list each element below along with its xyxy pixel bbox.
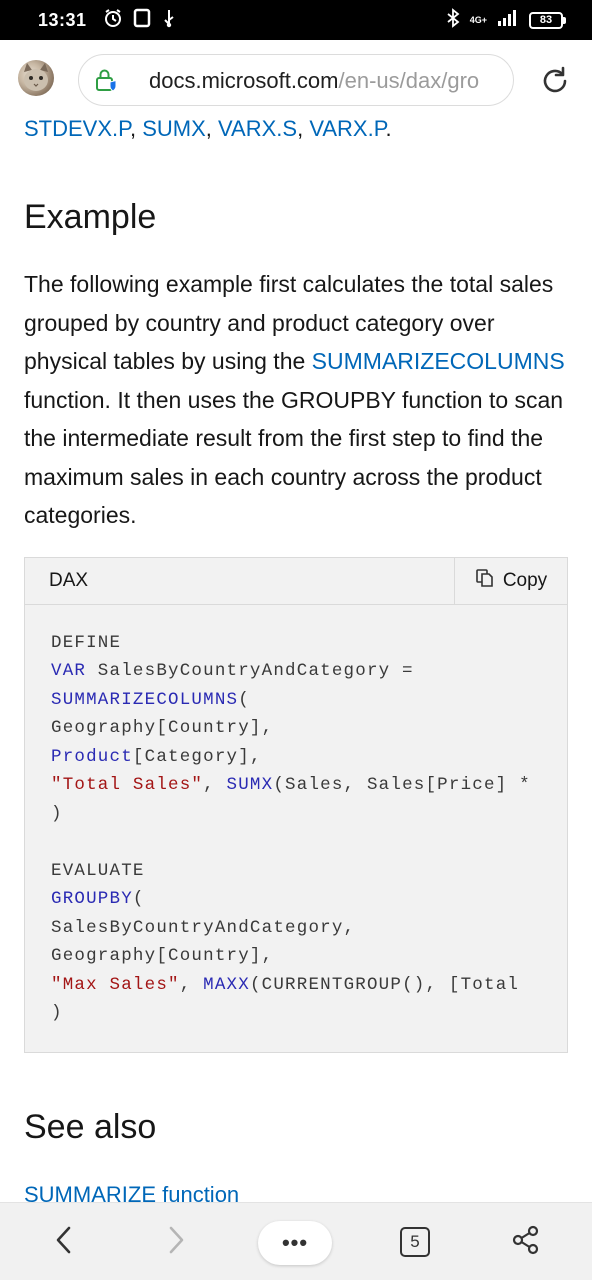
code-function: MAXX [203,975,250,995]
code-function: SUMX [226,775,274,795]
code-string: "Max Sales" [51,975,180,995]
code-line: "Total Sales", SUMX(Sales, Sales[Price] … [51,773,531,797]
code-function: Product [51,747,133,767]
code-line: "Max Sales", MAXX(CURRENTGROUP(), [Total [51,973,519,997]
status-time: 13:31 [38,9,87,30]
code-line: Geography[Country], [51,946,274,966]
more-menu-button[interactable]: ••• [258,1221,332,1265]
link-summarizecolumns[interactable]: SUMMARIZECOLUMNS [312,348,565,374]
code-string: "Total Sales" [51,775,204,795]
code-line: DEFINE [51,633,122,653]
bluetooth-icon [446,7,460,33]
forward-button[interactable] [152,1203,200,1281]
code-text: [Category], [132,747,262,767]
copy-label: Copy [502,570,548,591]
url-field[interactable]: docs.microsoft.com/en-us/dax/gro [78,54,514,106]
code-language-label: DAX [49,570,89,591]
code-function: SUMMARIZECOLUMNS [51,690,239,710]
code-line: GROUPBY( [51,887,145,911]
link-varx-s[interactable]: VARX.S [218,116,297,141]
share-icon [511,1225,541,1259]
tabs-button[interactable]: 5 [400,1227,430,1257]
signal-icon [497,9,519,32]
related-links-line: STDEVX.P, SUMX, VARX.S, VARX.P. [24,116,392,141]
alarm-icon [103,8,123,33]
code-line: ) [51,804,63,824]
link-varx-p[interactable]: VARX.P [309,116,385,141]
status-left: 13:31 [38,8,177,33]
copy-icon [475,568,495,594]
code-line: VAR SalesByCountryAndCategory = [51,659,414,683]
code-line: Geography[Country], [51,718,274,738]
code-line: SUMMARIZECOLUMNS( [51,688,250,712]
paragraph-text-end: function. It then uses the GROUPBY funct… [24,386,564,529]
code-body: DEFINE VAR SalesByCountryAndCategory = S… [25,605,567,1052]
url-path: /en-us/dax/gro [338,68,480,93]
code-line: ) [51,1003,63,1023]
screen-icon [133,8,151,33]
code-block: DAX Copy DEFINE VAR SalesByCountryAndCat… [24,557,568,1053]
status-bar: 13:31 4G+ 83 [0,0,592,40]
chevron-left-icon [54,1225,74,1259]
code-function: GROUPBY [51,889,133,909]
usb-icon [161,8,177,33]
battery-level: 83 [529,11,563,29]
network-label: 4G+ [469,14,487,25]
url-domain: docs.microsoft.com [149,68,339,93]
see-also-heading: See also [24,1108,157,1146]
code-text: (Sales, Sales[Price] * [273,775,531,795]
example-paragraph: The following example first calculates t… [24,265,568,535]
example-heading: Example [24,198,157,236]
battery-icon: 83 [529,11,566,29]
url-text[interactable]: docs.microsoft.com/en-us/dax/gro [149,67,479,95]
address-bar: docs.microsoft.com/en-us/dax/gro [0,40,592,122]
battery-tip [563,16,566,24]
code-text: ( [238,690,250,710]
code-line: SalesByCountryAndCategory, [51,918,356,938]
chevron-right-icon [166,1225,186,1259]
status-right: 4G+ 83 [446,7,566,33]
bottom-nav: ••• 5 [0,1202,592,1280]
reload-icon[interactable] [538,64,572,102]
code-text: SalesByCountryAndCategory = [86,661,414,681]
code-text: (CURRENTGROUP(), [Total [249,975,520,995]
copy-button[interactable]: Copy [454,558,567,604]
code-header: DAX Copy [25,558,567,605]
code-text: , [203,775,227,795]
lock-shield-icon[interactable] [93,67,121,99]
code-text: , [179,975,204,995]
profile-avatar[interactable] [18,60,54,96]
code-line: EVALUATE [51,861,145,881]
code-line: Product[Category], [51,745,262,769]
share-button[interactable] [500,1203,552,1281]
link-stdevx-p[interactable]: STDEVX.P [24,116,130,141]
back-button[interactable] [40,1203,88,1281]
link-sumx[interactable]: SUMX [142,116,206,141]
code-text: ( [132,889,145,909]
code-keyword: VAR [51,661,87,681]
